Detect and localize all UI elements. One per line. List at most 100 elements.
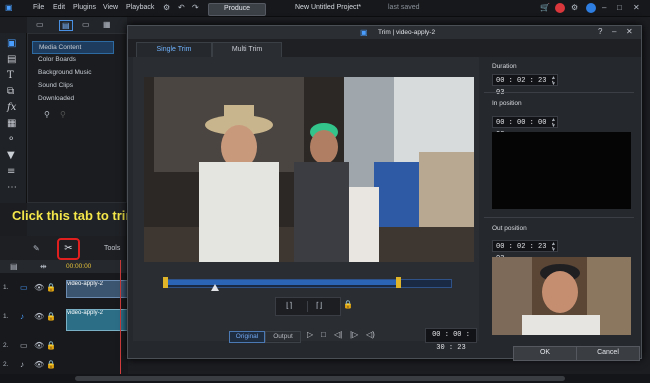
chapter-room-icon[interactable]: ≡ [7, 166, 15, 177]
in-position-spinner-icon[interactable]: ▲ ▼ [552, 117, 555, 129]
lock-icon[interactable]: 🔒 [343, 300, 353, 309]
pen-icon[interactable]: ✎ [33, 244, 40, 253]
track-manager-icon[interactable]: ▤ [10, 262, 18, 271]
mark-in-icon[interactable]: ⌊⌉ [286, 301, 292, 310]
out-position-thumbnail [492, 257, 631, 335]
menubar: ▣ File Edit Plugins View Playback ⚙ ↶ ↷ … [0, 0, 650, 17]
library-item-media-content[interactable]: Media Content [32, 41, 114, 54]
track-lock-icon[interactable]: 🔒 [46, 360, 56, 369]
cancel-button[interactable]: Cancel [576, 346, 640, 361]
stop-icon[interactable]: □ [321, 330, 326, 339]
pip-room-icon[interactable]: ▦ [7, 118, 16, 129]
duration-spinner-icon[interactable]: ▲ ▼ [552, 75, 555, 87]
cart-icon[interactable]: 🛒 [540, 3, 550, 12]
particle-room-icon[interactable]: ⚬ [7, 134, 15, 145]
next-frame-icon[interactable]: |▷ [350, 330, 358, 339]
mark-out-icon[interactable]: ⌈⌋ [316, 301, 322, 310]
audio-room-icon[interactable]: ▼ [7, 150, 15, 161]
fit-timeline-icon[interactable]: ⇹ [40, 262, 47, 271]
trim-range-slider[interactable] [163, 277, 452, 288]
grid-view-icon[interactable]: ▦ [103, 20, 111, 29]
out-position-label: Out position [492, 225, 527, 232]
track-visible-icon[interactable]: 👁 [34, 312, 44, 321]
timeline-scrollbar[interactable] [0, 374, 650, 383]
view-original-button[interactable]: Original [229, 331, 265, 343]
track-lock-icon[interactable]: 🔒 [46, 341, 56, 350]
library-item-color-boards[interactable]: Color Boards [32, 54, 112, 65]
app-logo-icon: ▣ [5, 3, 13, 12]
menu-plugins[interactable]: Plugins [73, 4, 96, 11]
menu-playback[interactable]: Playback [126, 4, 154, 11]
trim-scissors-button[interactable]: ✂ [57, 238, 80, 260]
effects-room-icon[interactable]: ▤ [7, 54, 16, 65]
out-position-field[interactable]: 00 : 02 : 23 : 03 ▲▼ [492, 240, 558, 263]
image-view-icon[interactable]: ▭ [82, 20, 90, 29]
account-icon[interactable] [586, 3, 596, 13]
scroll-thumb[interactable] [75, 376, 565, 381]
library-item-downloaded[interactable]: Downloaded [32, 93, 112, 104]
transition-room-icon[interactable]: ⧉ [7, 86, 14, 97]
close-icon[interactable]: ✕ [626, 27, 633, 36]
trim-range-selection [164, 280, 399, 285]
out-frame-image [492, 257, 631, 335]
video-preview-frame [144, 77, 474, 262]
tab-multi-trim[interactable]: Multi Trim [212, 42, 282, 58]
in-position-label: In position [492, 100, 522, 107]
settings-icon[interactable]: ⚙ [163, 3, 170, 12]
tools-label[interactable]: Tools [104, 245, 120, 252]
duration-field[interactable]: 00 : 02 : 23 : 03 ▲ ▼ [492, 74, 558, 97]
library-item-sound-clips[interactable]: Sound Clips [32, 80, 112, 91]
library-item-background-music[interactable]: Background Music [32, 67, 112, 78]
import-media-icon[interactable]: ▭ [36, 20, 44, 29]
timeline-playhead[interactable] [120, 260, 121, 383]
previous-frame-icon[interactable]: ◁| [334, 330, 342, 339]
close-icon[interactable]: ✕ [633, 3, 640, 12]
room-icon-strip: ▣ ▤ T ⧉ fx ▦ ⚬ ▼ ≡ ⋯ [0, 33, 27, 203]
video-frame-image [144, 77, 474, 262]
ok-button[interactable]: OK [513, 346, 577, 361]
more-rooms-icon[interactable]: ⋯ [7, 182, 17, 193]
view-output-button[interactable]: Output [265, 331, 301, 343]
title-room-icon[interactable]: T [7, 70, 14, 81]
menu-file[interactable]: File [33, 4, 44, 11]
track-visible-icon[interactable]: 👁 [34, 341, 44, 350]
project-status: last saved [388, 4, 420, 11]
trim-in-marker[interactable] [163, 277, 168, 288]
trim-out-marker[interactable] [396, 277, 401, 288]
remove-folder-icon[interactable]: ⚲ [60, 110, 66, 119]
track-1-audio-label: 1. [3, 313, 9, 320]
maximize-icon[interactable]: □ [617, 3, 622, 12]
notification-icon[interactable] [555, 3, 565, 13]
dialog-titlebar: ▣ Trim | video-apply-2 ? – ✕ [128, 26, 641, 39]
track-video-icon: ▭ [20, 283, 28, 292]
in-position-field[interactable]: 00 : 00 : 00 : 00 ▲▼ [492, 116, 558, 139]
track-visible-icon[interactable]: 👁 [34, 283, 44, 292]
in-position-thumbnail [492, 132, 631, 209]
timeline-start-time: 00:00:00 [66, 263, 92, 270]
tab-single-trim[interactable]: Single Trim [136, 42, 212, 58]
menu-edit[interactable]: Edit [53, 4, 65, 11]
out-position-spinner-icon[interactable]: ▲ ▼ [552, 241, 555, 253]
track-visible-icon[interactable]: 👁 [34, 360, 44, 369]
library-toolbar: ▭ ▤ ▭ ▦ [27, 17, 127, 33]
track-lock-icon[interactable]: 🔒 [46, 283, 56, 292]
menu-view[interactable]: View [103, 4, 118, 11]
undo-icon[interactable]: ↶ [178, 3, 185, 12]
volume-icon[interactable]: ◁) [366, 330, 375, 339]
current-time-display: 00 : 00 : 30 : 23 [425, 328, 477, 352]
minimize-icon[interactable]: – [612, 27, 616, 36]
add-folder-icon[interactable]: ⚲ [44, 110, 50, 119]
preview-playhead[interactable] [211, 284, 219, 291]
play-icon[interactable]: ▷ [307, 330, 313, 339]
track-1-video-label: 1. [3, 284, 9, 291]
gear-icon[interactable]: ⚙ [571, 3, 578, 12]
track-lock-icon[interactable]: 🔒 [46, 312, 56, 321]
help-icon[interactable]: ? [598, 27, 602, 36]
minimize-icon[interactable]: – [602, 3, 606, 12]
media-view-icon[interactable]: ▤ [59, 20, 73, 31]
fx-room-icon[interactable]: fx [7, 102, 16, 113]
preview-area: ⌊⌉ ⌈⌋ 🔒 Original Output ▷ □ ◁| |▷ ◁) 00 … [133, 57, 479, 352]
produce-button[interactable]: Produce [208, 3, 266, 16]
media-room-icon[interactable]: ▣ [7, 38, 16, 49]
redo-icon[interactable]: ↷ [192, 3, 199, 12]
